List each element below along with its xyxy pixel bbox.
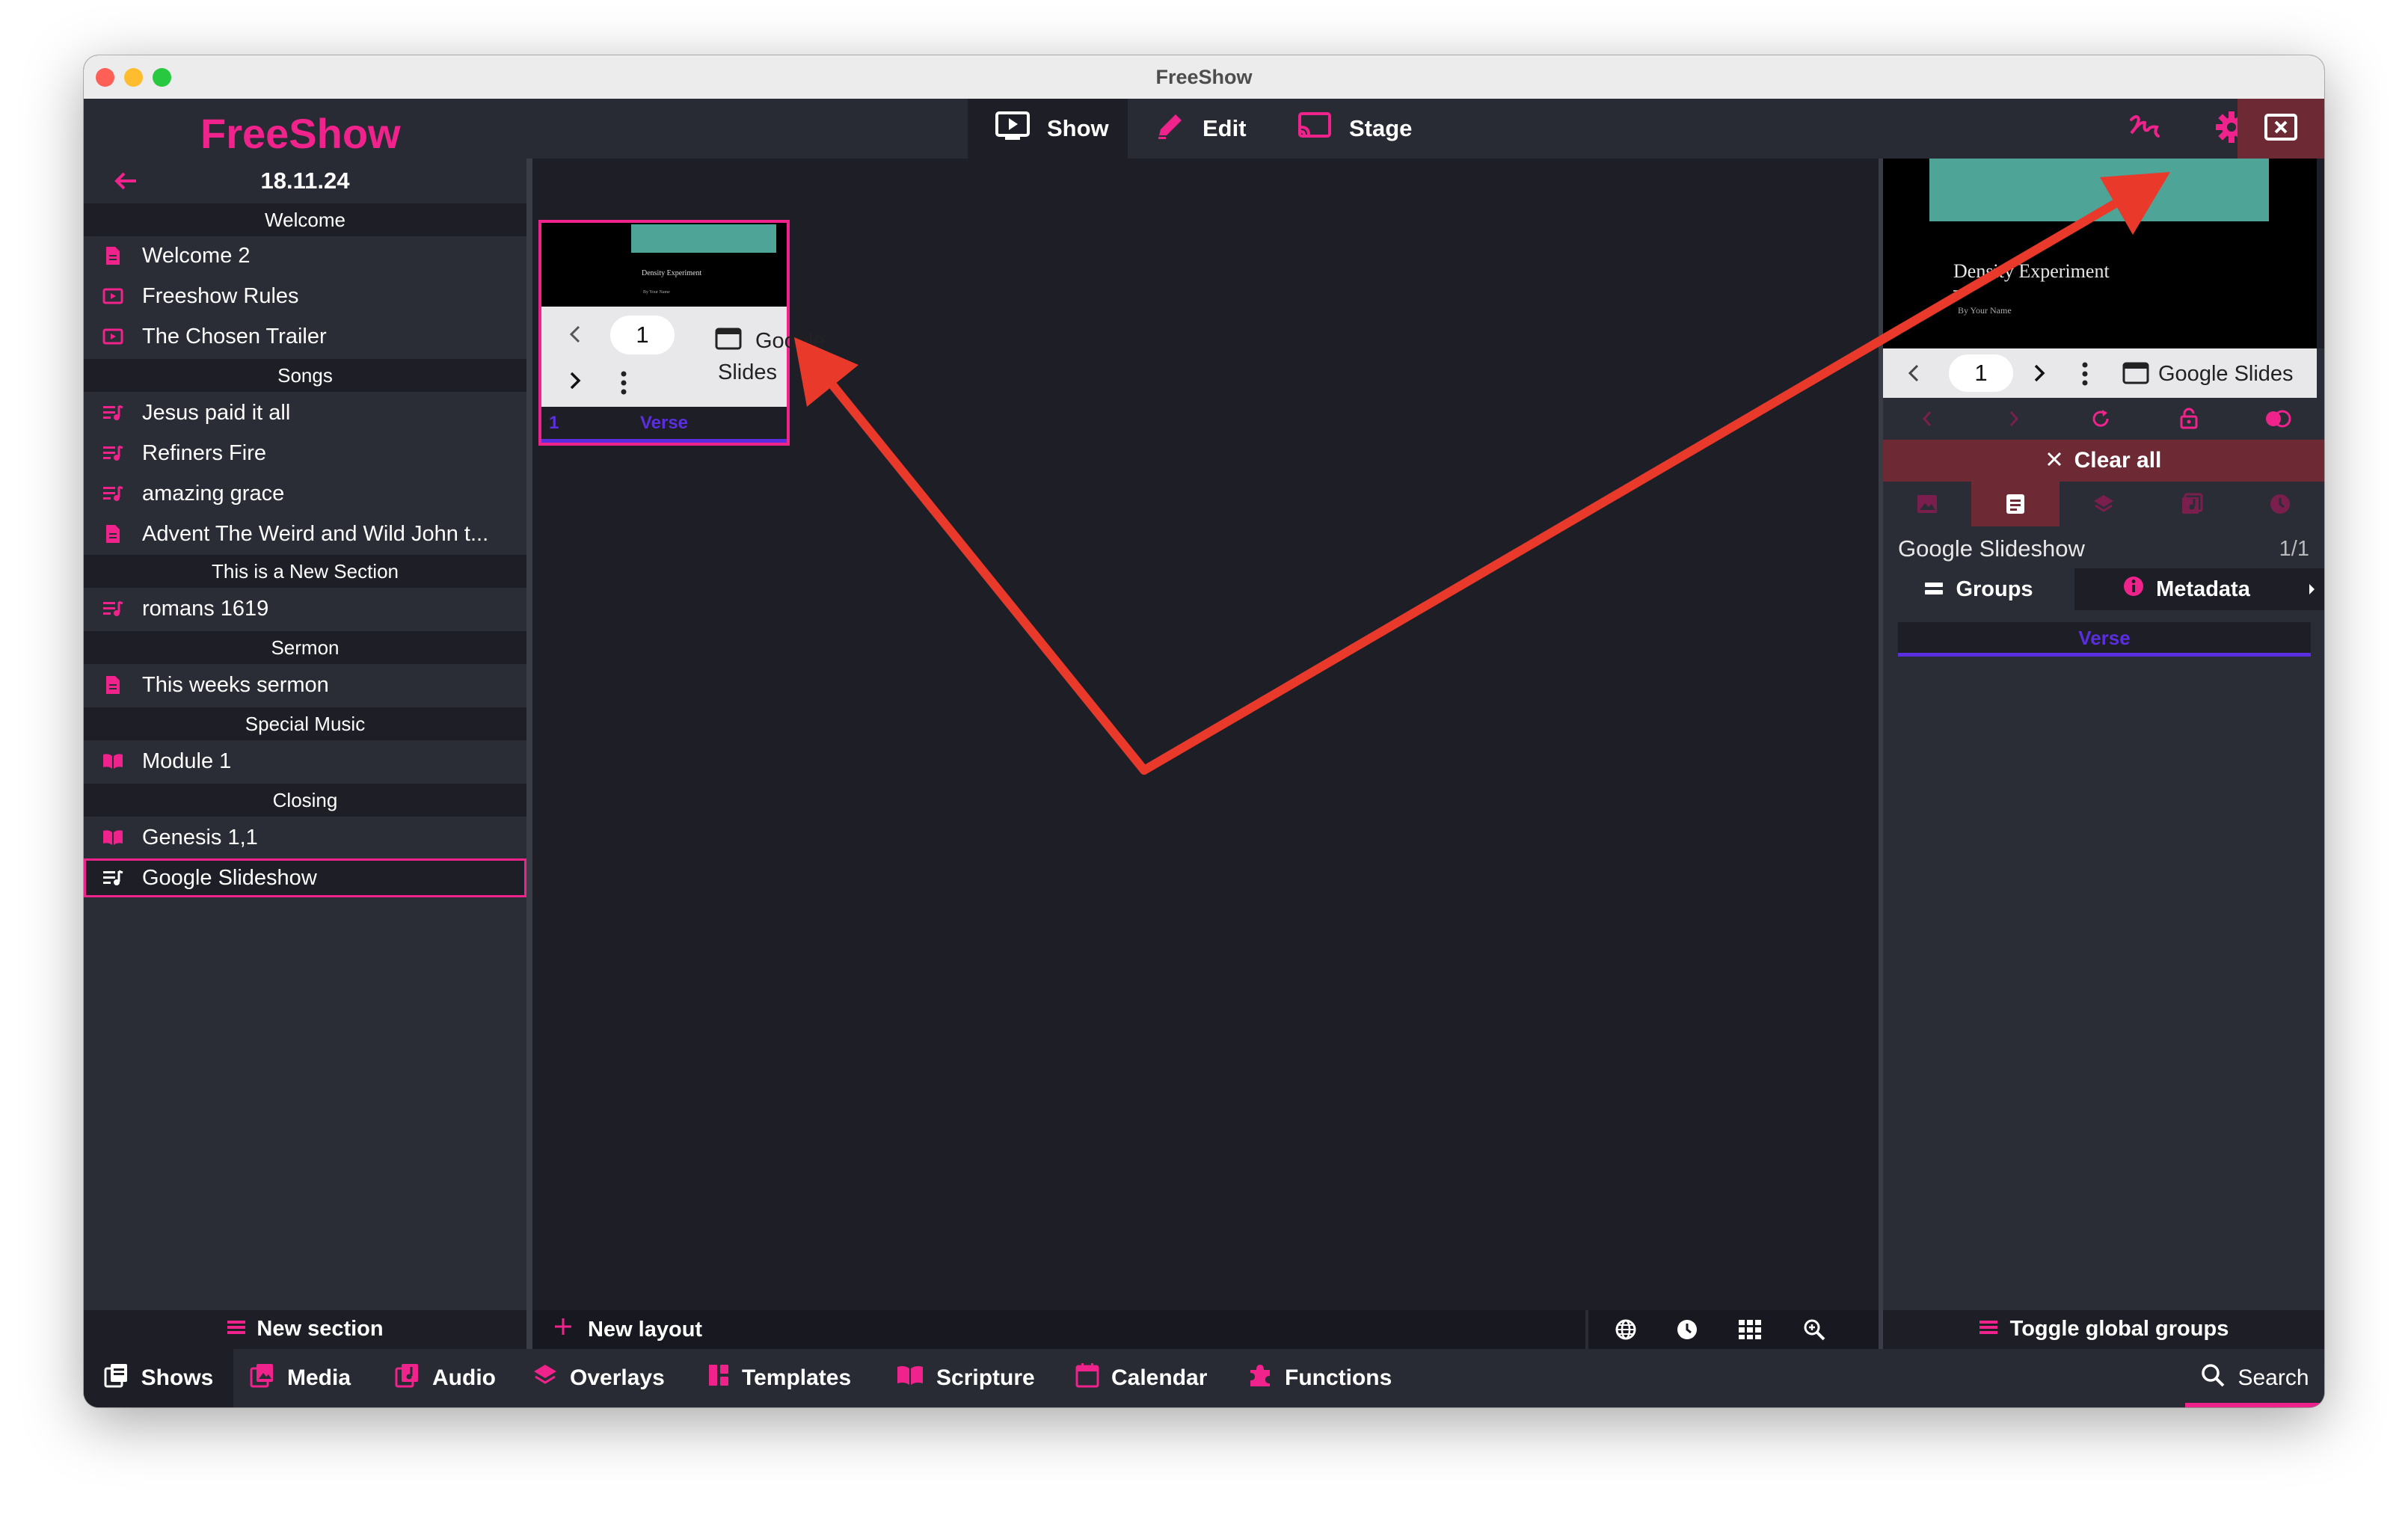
annotation-arrow-line — [1140, 197, 2124, 775]
annotation-arrow-line — [823, 375, 1149, 775]
annotation-arrows — [794, 172, 2170, 775]
app-window: FreeShow FreeShow Show Edit Stage 18.11.… — [84, 55, 2324, 1407]
annotation-arrow-head — [794, 337, 859, 407]
